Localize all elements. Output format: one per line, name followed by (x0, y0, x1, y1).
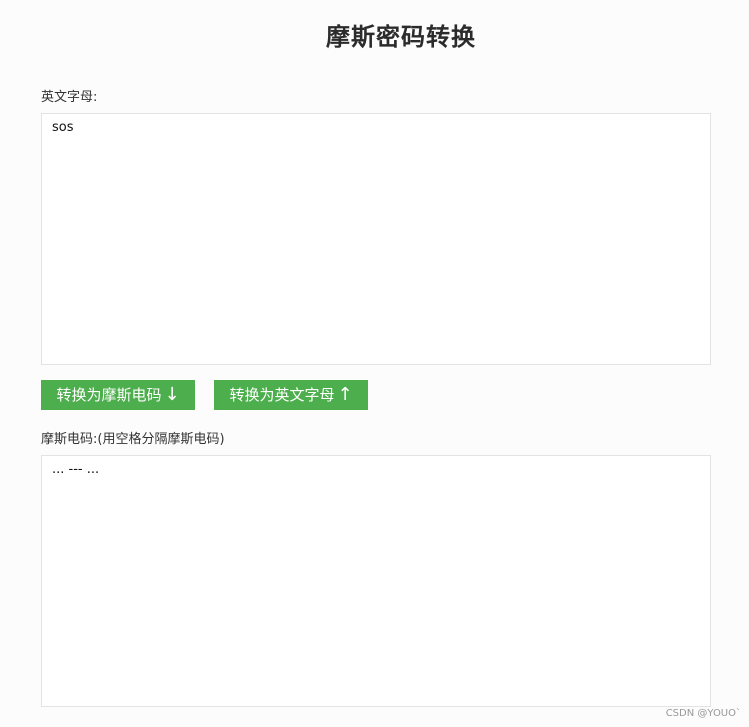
watermark: CSDN @YOUO` (665, 708, 741, 719)
english-letters-input[interactable]: sos (41, 113, 711, 365)
convert-to-english-label: 转换为英文字母 (229, 386, 335, 404)
arrow-up-icon: ↑ (337, 384, 353, 405)
arrow-down-icon: ↓ (164, 384, 180, 405)
convert-to-morse-label: 转换为摩斯电码 (56, 386, 162, 404)
morse-code-input[interactable]: ... --- ... (41, 455, 711, 707)
english-letters-label: 英文字母: (41, 90, 98, 105)
morse-code-label: 摩斯电码:(用空格分隔摩斯电码) (41, 432, 225, 447)
convert-to-morse-button[interactable]: 转换为摩斯电码 ↓ (41, 380, 195, 410)
convert-to-english-button[interactable]: 转换为英文字母 ↑ (214, 380, 368, 410)
page-title: 摩斯密码转换 (326, 23, 476, 51)
